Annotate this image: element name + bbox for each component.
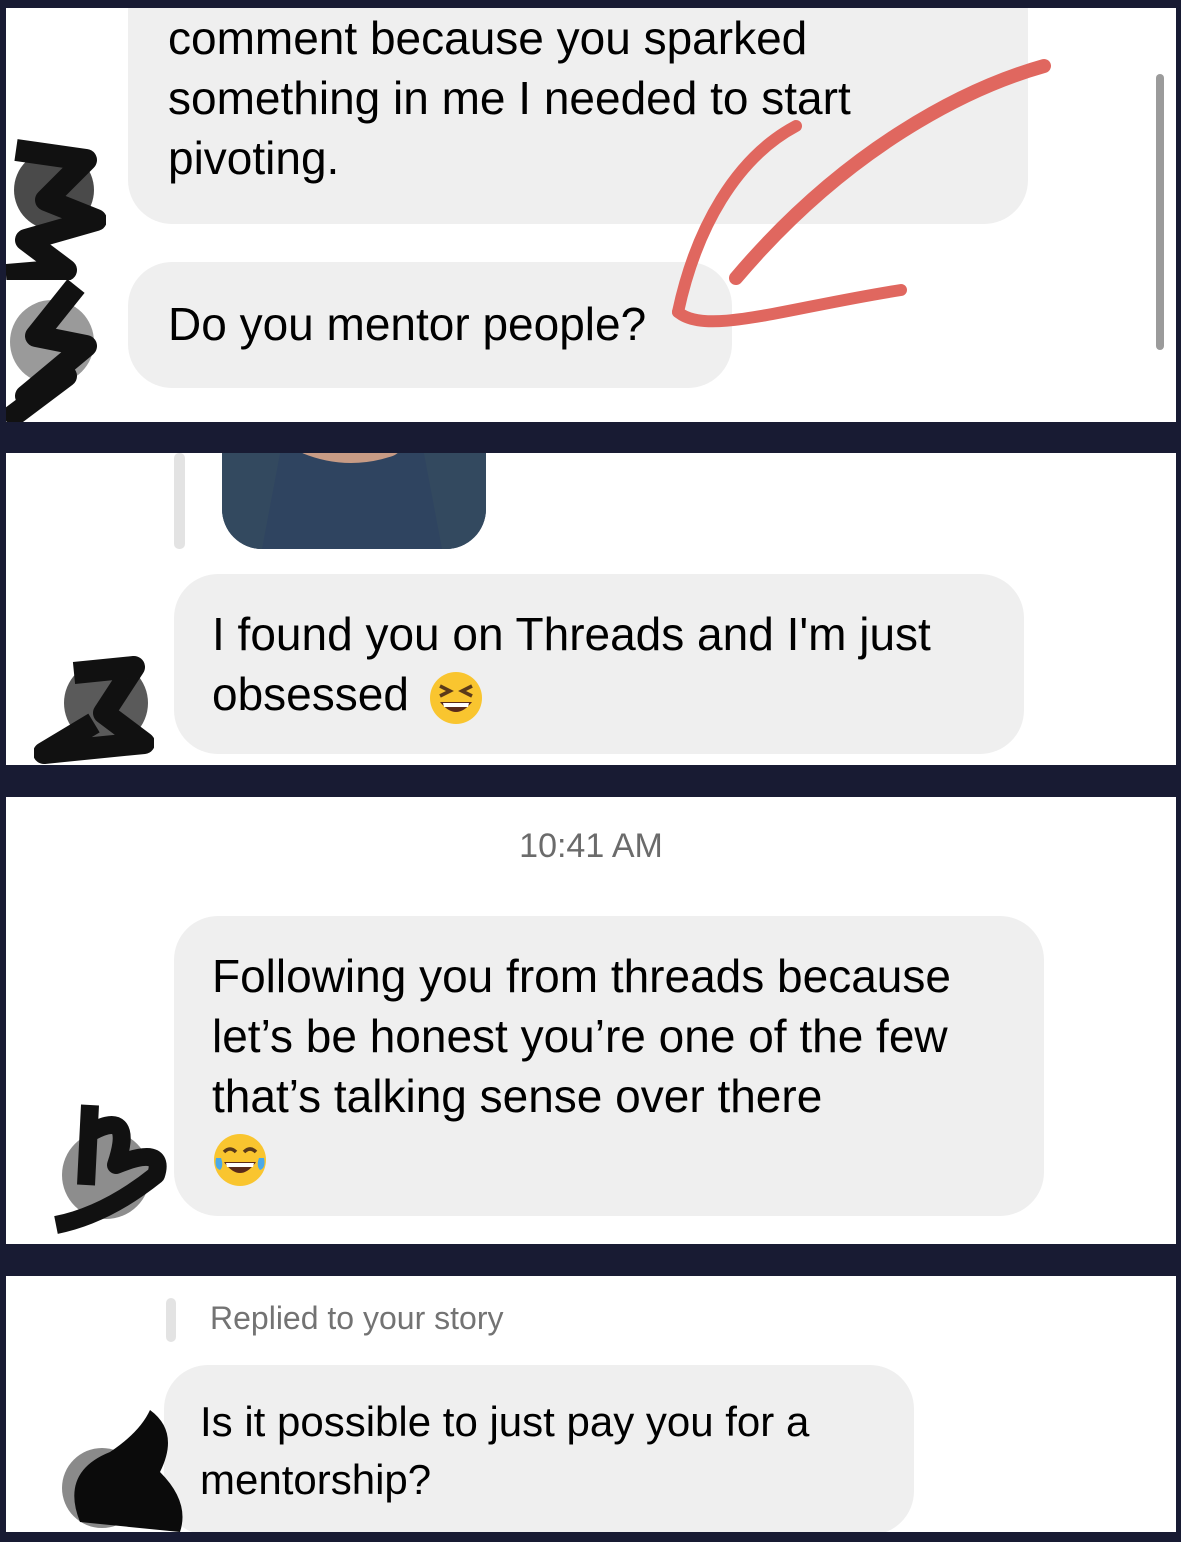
message-text: I found you on Threads and I'm just obse… [212,608,931,720]
message-bubble[interactable]: I found you on Threads and I'm just obse… [174,574,1024,754]
chat-panel-1: comment because you sparked something in… [6,8,1176,422]
chat-panel-3: 10:41 AM Following you from threads beca… [6,797,1176,1244]
message-text: Following you from threads because let’s… [212,950,951,1122]
story-thumbnail[interactable] [222,453,486,549]
avatar-redacted [34,656,154,764]
avatar-redacted [54,1104,167,1234]
scrollbar[interactable] [1156,74,1164,350]
chat-panel-4: Replied to your story Is it possible to … [6,1276,1176,1532]
reply-indicator-bar [166,1298,176,1342]
chat-panel-2: I found you on Threads and I'm just obse… [6,453,1176,765]
grinning-squinting-face-icon [429,671,482,724]
message-bubble[interactable]: Following you from threads because let’s… [174,916,1044,1216]
avatar-redacted [62,1410,183,1532]
message-bubble[interactable]: Is it possible to just pay you for a men… [164,1365,914,1532]
reply-label: Replied to your story [210,1300,504,1336]
reply-indicator-bar [174,453,185,549]
message-timestamp: 10:41 AM [519,827,663,865]
message-text: Is it possible to just pay you for a men… [200,1398,810,1503]
face-with-tears-of-joy-icon [214,1133,266,1186]
annotation-arrow [672,59,1051,328]
